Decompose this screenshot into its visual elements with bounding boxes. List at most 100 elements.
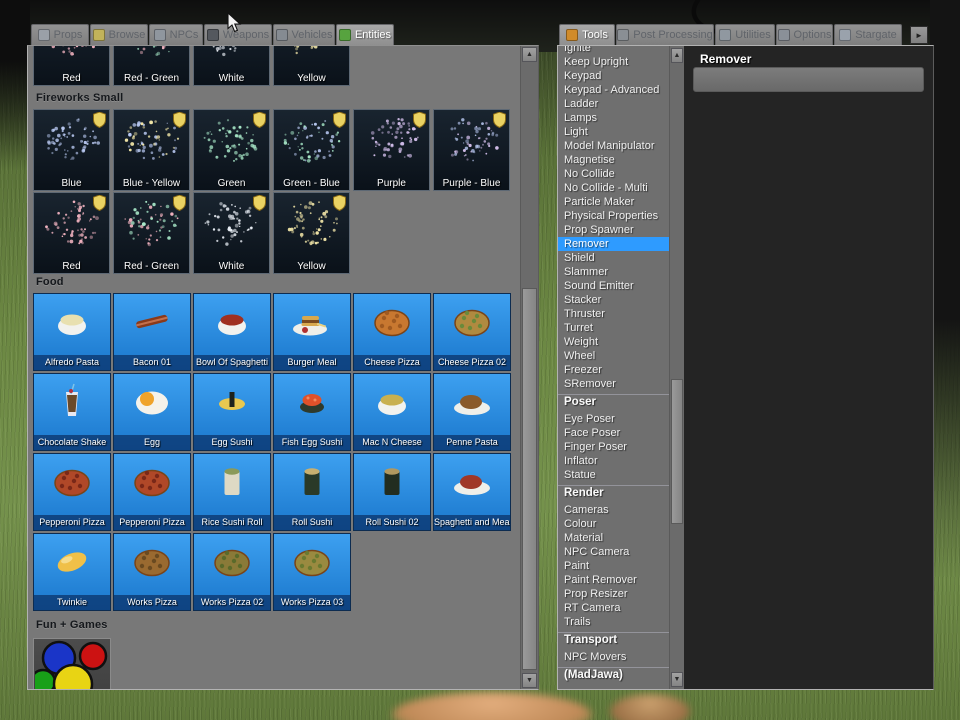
tool-item-cameras[interactable]: Cameras — [558, 503, 669, 517]
tab-post-processing[interactable]: Post Processing — [616, 24, 714, 45]
scroll-thumb[interactable] — [522, 288, 537, 670]
entity-tile-cheese-pizza-02[interactable]: Cheese Pizza 02 — [433, 293, 511, 371]
tool-item-inflator[interactable]: Inflator — [558, 454, 669, 468]
entity-tile-twinkie[interactable]: Twinkie — [33, 533, 111, 611]
tool-item-material[interactable]: Material — [558, 531, 669, 545]
entity-tile-green[interactable]: Green — [193, 109, 270, 191]
entity-tile-white[interactable]: White — [193, 192, 270, 274]
tab-utilities[interactable]: Utilities — [715, 24, 775, 45]
scroll-down-button[interactable]: ▼ — [522, 673, 537, 688]
entity-tile-burger-meal[interactable]: Burger Meal — [273, 293, 351, 371]
tool-item-shield[interactable]: Shield — [558, 251, 669, 265]
tool-item-slammer[interactable]: Slammer — [558, 265, 669, 279]
tool-item-colour[interactable]: Colour — [558, 517, 669, 531]
entity-tile-purple[interactable]: Purple — [353, 109, 430, 191]
scroll-down-button[interactable]: ▼ — [671, 672, 683, 687]
entity-tile-fish-egg-sushi[interactable]: Fish Egg Sushi — [273, 373, 351, 451]
tab-options[interactable]: Options — [776, 24, 833, 45]
tool-item-particle-maker[interactable]: Particle Maker — [558, 195, 669, 209]
tab-vehicles[interactable]: Vehicles — [273, 24, 335, 45]
entity-tile-bowl-of-spaghetti[interactable]: Bowl Of Spaghetti — [193, 293, 271, 371]
tool-item-statue[interactable]: Statue — [558, 468, 669, 482]
tool-item-keypad[interactable]: Keypad — [558, 69, 669, 83]
entity-tile-red-green[interactable]: Red - Green — [113, 46, 190, 86]
tab-npcs[interactable]: NPCs — [149, 24, 203, 45]
tool-item-paint[interactable]: Paint — [558, 559, 669, 573]
scroll-up-button[interactable]: ▲ — [671, 48, 683, 63]
entity-tile-chocolate-shake[interactable]: Chocolate Shake — [33, 373, 111, 451]
tool-item-npc-camera[interactable]: NPC Camera — [558, 545, 669, 559]
tab-weapons[interactable]: Weapons — [204, 24, 272, 45]
entity-tile-pepperoni-pizza-2[interactable]: Pepperoni Pizza — [113, 453, 191, 531]
spawn-list-scrollbar[interactable]: ▲ ▼ — [520, 46, 538, 689]
tab-stargate[interactable]: Stargate — [834, 24, 902, 45]
tool-item-no-collide-multi[interactable]: No Collide - Multi — [558, 181, 669, 195]
food-image — [454, 309, 490, 337]
entity-tile-works-pizza[interactable]: Works Pizza — [113, 533, 191, 611]
tool-item-sremover[interactable]: SRemover — [558, 377, 669, 391]
tool-item-face-poser[interactable]: Face Poser — [558, 426, 669, 440]
entity-tile-red[interactable]: Red — [33, 192, 110, 274]
entity-tile-pepperoni-pizza[interactable]: Pepperoni Pizza — [33, 453, 111, 531]
tool-item-npc-movers[interactable]: NPC Movers — [558, 650, 669, 664]
tab-props[interactable]: Props — [31, 24, 89, 45]
entity-tile-white[interactable]: White — [193, 46, 270, 86]
tool-item-thruster[interactable]: Thruster — [558, 307, 669, 321]
entity-tile-bacon-01[interactable]: Bacon 01 — [113, 293, 191, 371]
entity-tile-yellow[interactable]: Yellow — [273, 46, 350, 86]
tool-item-rt-camera[interactable]: RT Camera — [558, 601, 669, 615]
tab-browse[interactable]: Browse — [90, 24, 148, 45]
tool-item-freezer[interactable]: Freezer — [558, 363, 669, 377]
tool-item-magnetise[interactable]: Magnetise — [558, 153, 669, 167]
tool-item-keep-upright[interactable]: Keep Upright — [558, 55, 669, 69]
tool-list-scrollbar[interactable]: ▲ ▼ — [669, 46, 684, 689]
tool-item-finger-poser[interactable]: Finger Poser — [558, 440, 669, 454]
entity-tile-fun-games[interactable] — [33, 638, 111, 689]
entity-tile-roll-sushi-02[interactable]: Roll Sushi 02 — [353, 453, 431, 531]
tool-item-ladder[interactable]: Ladder — [558, 97, 669, 111]
tool-item-no-collide[interactable]: No Collide — [558, 167, 669, 181]
tool-item-trails[interactable]: Trails — [558, 615, 669, 629]
entity-tile-penne-pasta[interactable]: Penne Pasta — [433, 373, 511, 451]
entity-tile-yellow[interactable]: Yellow — [273, 192, 350, 274]
entity-tile-mac-n-cheese[interactable]: Mac N Cheese — [353, 373, 431, 451]
tab-entities[interactable]: Entities — [336, 24, 394, 45]
entity-tile-cheese-pizza[interactable]: Cheese Pizza — [353, 293, 431, 371]
scroll-up-button[interactable]: ▲ — [522, 47, 537, 62]
tab-tools[interactable]: Tools — [559, 24, 615, 45]
tool-item-stacker[interactable]: Stacker — [558, 293, 669, 307]
tabs-overflow-button[interactable]: ► — [910, 26, 928, 44]
tool-item-model-manipulator[interactable]: Model Manipulator — [558, 139, 669, 153]
entity-tile-works-pizza-03[interactable]: Works Pizza 03 — [273, 533, 351, 611]
entity-tile-egg-sushi[interactable]: Egg Sushi — [193, 373, 271, 451]
entity-tile-alfredo-pasta[interactable]: Alfredo Pasta — [33, 293, 111, 371]
entity-tile-green-blue[interactable]: Green - Blue — [273, 109, 350, 191]
tool-category-madjawa: (MadJawa) — [558, 667, 669, 682]
tool-item-wheel[interactable]: Wheel — [558, 349, 669, 363]
scroll-thumb[interactable] — [671, 379, 683, 524]
entity-tile-spaghetti-and-mea[interactable]: Spaghetti and Mea. — [433, 453, 511, 531]
tool-item-light[interactable]: Light — [558, 125, 669, 139]
tool-item-ignite[interactable]: Ignite — [558, 46, 669, 55]
entity-tile-egg[interactable]: Egg — [113, 373, 191, 451]
tool-item-weight[interactable]: Weight — [558, 335, 669, 349]
tool-item-sound-emitter[interactable]: Sound Emitter — [558, 279, 669, 293]
entity-tile-blue-yellow[interactable]: Blue - Yellow — [113, 109, 190, 191]
tool-item-paint-remover[interactable]: Paint Remover — [558, 573, 669, 587]
tool-item-keypad-advanced[interactable]: Keypad - Advanced — [558, 83, 669, 97]
tool-item-prop-spawner[interactable]: Prop Spawner — [558, 223, 669, 237]
balls-image — [35, 640, 108, 689]
entity-tile-works-pizza-02[interactable]: Works Pizza 02 — [193, 533, 271, 611]
entity-tile-roll-sushi[interactable]: Roll Sushi — [273, 453, 351, 531]
tool-item-physical-properties[interactable]: Physical Properties — [558, 209, 669, 223]
entity-tile-red-green[interactable]: Red - Green — [113, 192, 190, 274]
tool-item-lamps[interactable]: Lamps — [558, 111, 669, 125]
entity-tile-purple-blue[interactable]: Purple - Blue — [433, 109, 510, 191]
entity-tile-rice-sushi-roll[interactable]: Rice Sushi Roll — [193, 453, 271, 531]
tool-item-prop-resizer[interactable]: Prop Resizer — [558, 587, 669, 601]
tool-item-turret[interactable]: Turret — [558, 321, 669, 335]
tool-item-remover[interactable]: Remover — [558, 237, 669, 251]
entity-tile-red[interactable]: Red — [33, 46, 110, 86]
entity-tile-blue[interactable]: Blue — [33, 109, 110, 191]
tool-item-eye-poser[interactable]: Eye Poser — [558, 412, 669, 426]
